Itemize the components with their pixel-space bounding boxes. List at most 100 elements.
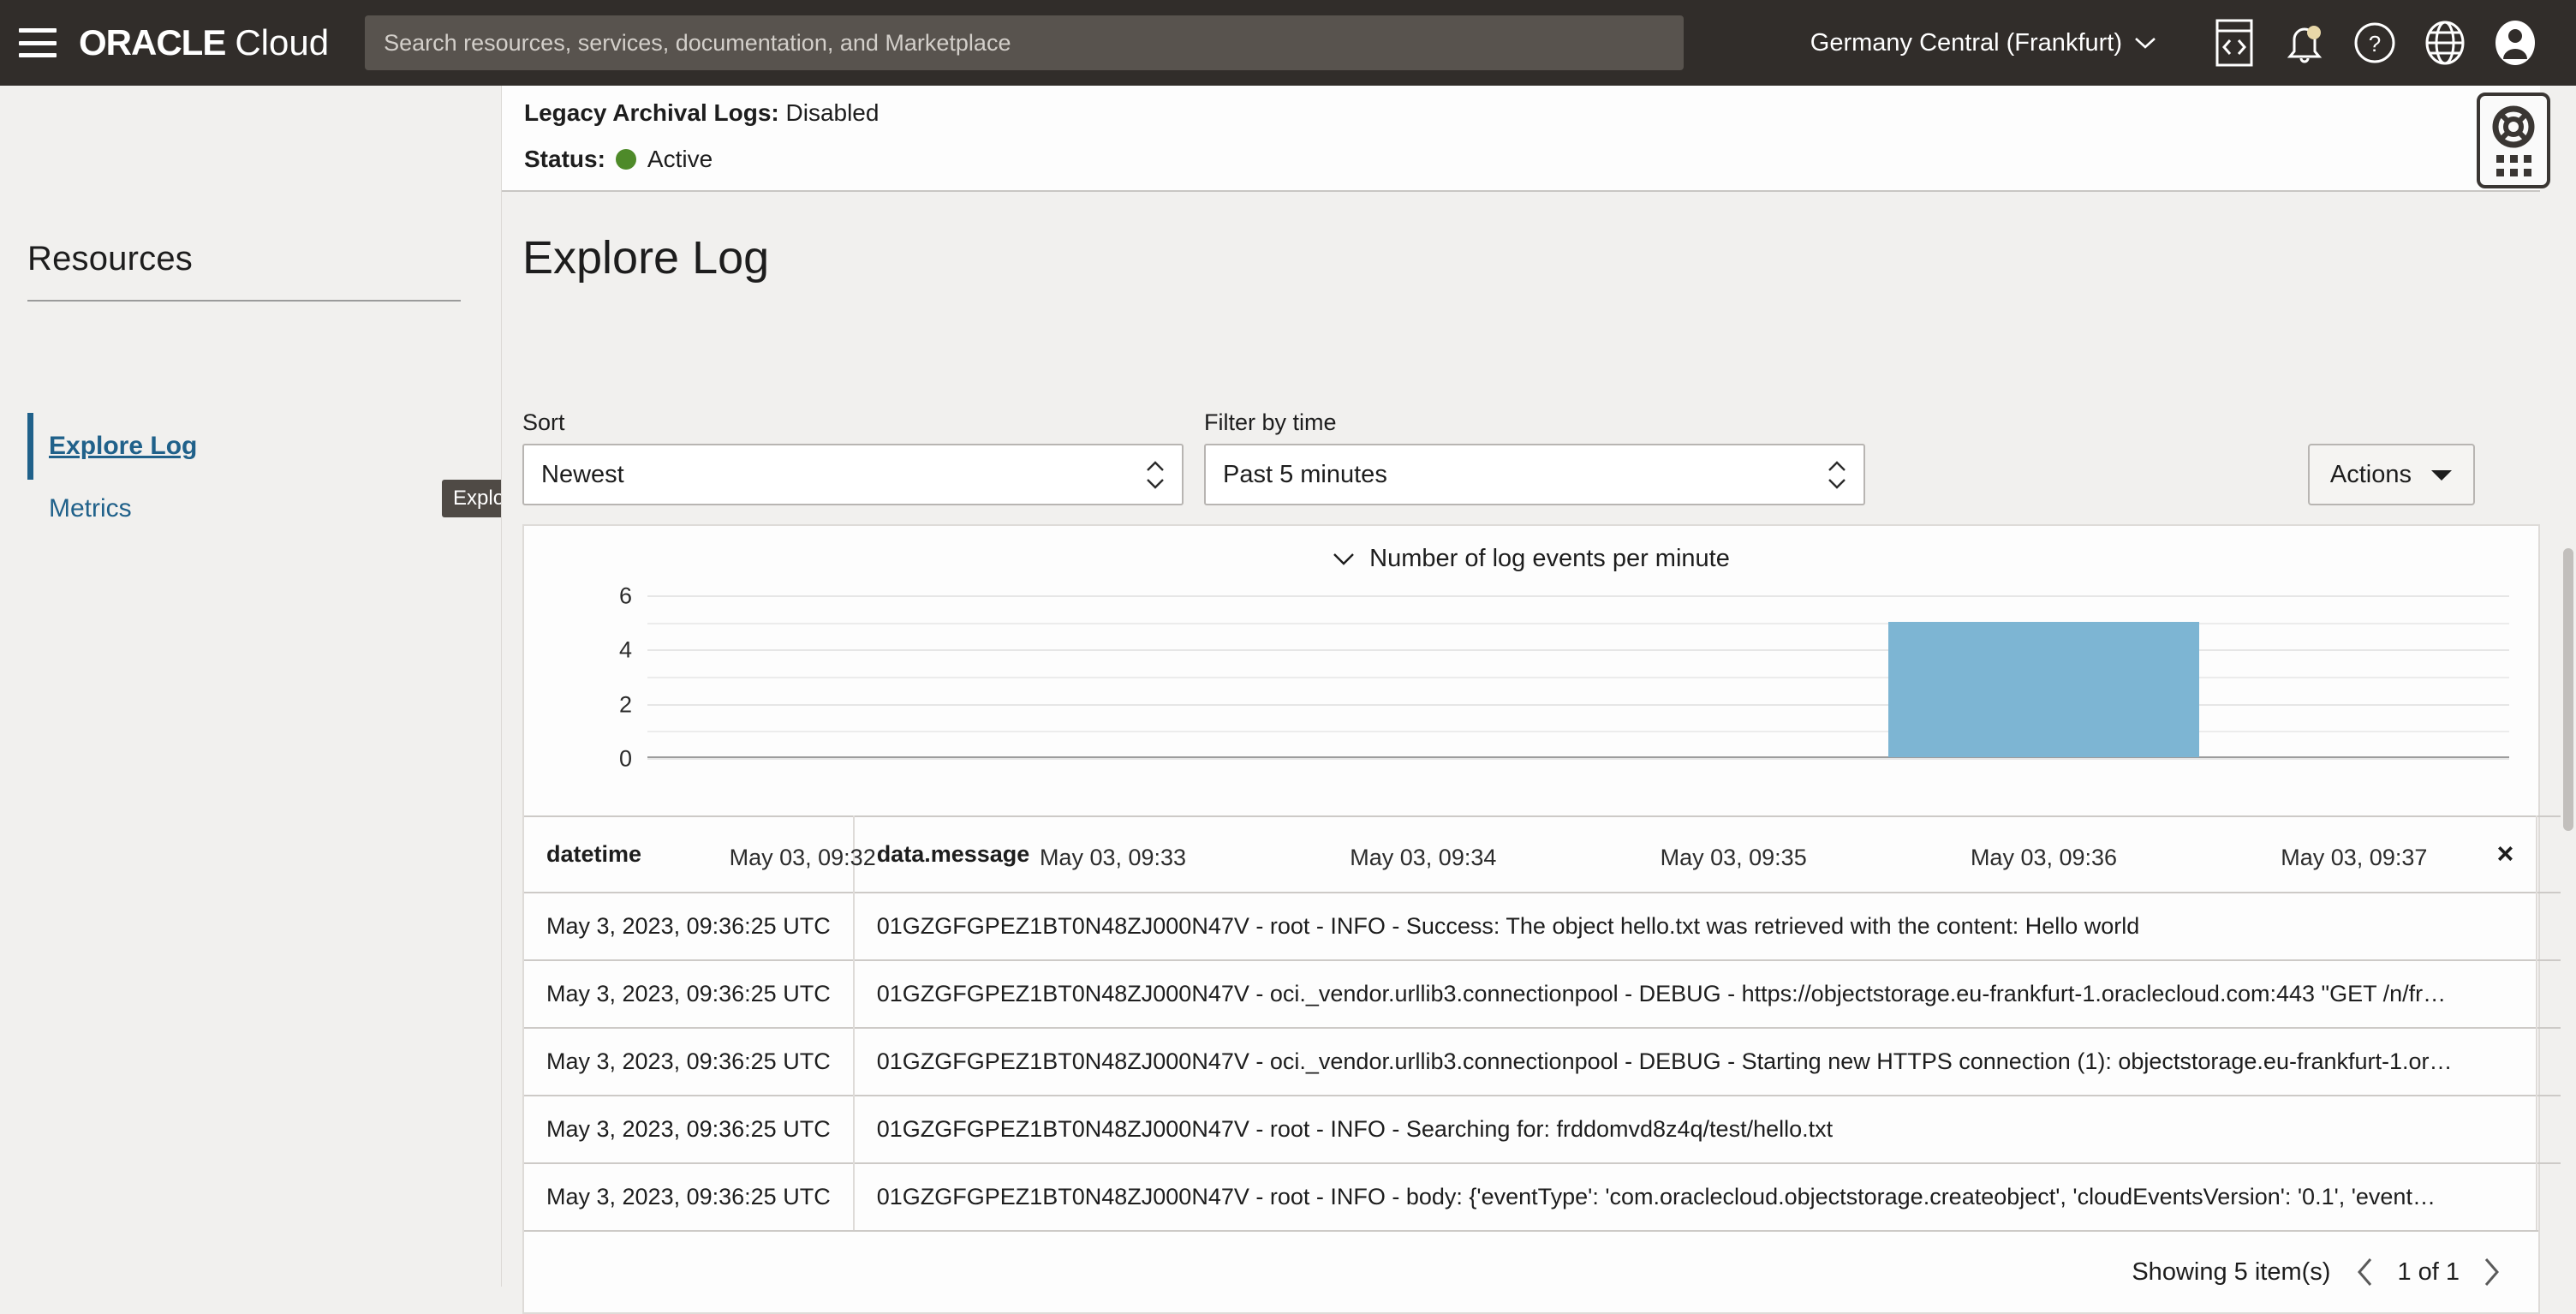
cloud-shell-icon[interactable] [2199, 8, 2269, 78]
legacy-archival-logs-row: Legacy Archival Logs: Disabled [524, 99, 879, 127]
chart-gridline [647, 677, 2509, 678]
search-input[interactable] [365, 15, 1685, 70]
sort-selected-value: Newest [541, 460, 624, 488]
cell-spacer [2474, 1027, 2538, 1096]
table-row[interactable]: May 3, 2023, 09:36:25 UTC 01GZGFGPEZ1BT0N… [524, 1027, 2576, 1096]
main-content-area: Legacy Archival Logs: Disabled Status: A… [502, 86, 2576, 1314]
caret-down-icon [2431, 469, 2452, 481]
svg-text:?: ? [2369, 31, 2381, 57]
cell-spacer [2474, 959, 2538, 1028]
cell-data-message: 01GZGFGPEZ1BT0N48ZJ000N47V - oci._vendor… [853, 959, 2475, 1028]
cell-datetime: May 3, 2023, 09:36:25 UTC [524, 1027, 855, 1096]
page-indicator: 1 of 1 [2397, 1257, 2460, 1286]
sidebar-divider [27, 300, 461, 302]
legacy-archival-logs-value: Disabled [785, 99, 880, 126]
support-widget[interactable] [2477, 93, 2550, 188]
showing-items-count: Showing 5 item(s) [2132, 1257, 2331, 1286]
filter-by-time-select[interactable]: Past 5 minutes [1204, 444, 1865, 505]
chart-gridline [647, 731, 2509, 733]
chart-gridline [647, 703, 2509, 706]
filter-selected-value: Past 5 minutes [1223, 460, 1387, 488]
chart-y-tick-label: 6 [618, 582, 632, 609]
region-selector[interactable]: Germany Central (Frankfurt) [1810, 29, 2156, 57]
next-page-button[interactable] [2482, 1257, 2501, 1287]
cell-spacer [2474, 1095, 2538, 1163]
chevron-down-icon [1333, 553, 1354, 565]
log-entries-table: datetime data.message × May 3, 2023, 09:… [524, 815, 2576, 1230]
region-label: Germany Central (Frankfurt) [1810, 28, 2122, 57]
oracle-cloud-logo[interactable]: ORACLE Cloud [79, 22, 329, 63]
status-label: Status: [524, 146, 605, 172]
clear-columns-button[interactable]: × [2474, 815, 2538, 893]
chart-x-tick-label: May 03, 09:35 [1660, 845, 1807, 870]
language-globe-icon[interactable] [2410, 8, 2480, 78]
chart-y-tick-label: 2 [618, 691, 632, 718]
cell-spacer [2474, 892, 2538, 960]
chart-x-tick-label: May 03, 09:33 [1039, 845, 1187, 870]
status-row: Status: Active [524, 146, 713, 173]
chart-gridline [647, 649, 2509, 652]
actions-button-label: Actions [2329, 460, 2412, 488]
chart-gridline [647, 622, 2509, 624]
brand-oracle-text: ORACLE [79, 22, 226, 63]
previous-page-button[interactable] [2356, 1257, 2375, 1287]
chart-plot-area: 0 2 4 6 May 03, 09:32 May 03, 09:33 May 03, 09… [619, 583, 2509, 870]
sort-label: Sort [522, 409, 565, 435]
chart-x-tick-label: May 03, 09:37 [2281, 845, 2428, 870]
table-row[interactable]: May 3, 2023, 09:36:25 UTC 01GZGFGPEZ1BT0N… [524, 1162, 2576, 1230]
explore-log-card: Number of log events per minute 0 2 4 6 May … [522, 524, 2576, 1314]
status-badge: Active [647, 146, 713, 172]
sort-select[interactable]: Newest [522, 444, 1184, 505]
actions-button[interactable]: Actions [2307, 444, 2475, 505]
chart-bar[interactable] [1888, 621, 2199, 757]
hamburger-menu-icon[interactable] [19, 28, 57, 57]
cell-data-message: 01GZGFGPEZ1BT0N48ZJ000N47V - oci._vendor… [853, 1027, 2475, 1096]
cell-datetime: May 3, 2023, 09:36:25 UTC [524, 959, 855, 1028]
table-pagination: Showing 5 item(s) 1 of 1 [524, 1230, 2538, 1312]
filter-by-time-label: Filter by time [1204, 409, 1337, 435]
apps-grid-icon [2496, 154, 2531, 176]
log-details-summary: Legacy Archival Logs: Disabled Status: A… [502, 86, 2540, 192]
cell-data-message: 01GZGFGPEZ1BT0N48ZJ000N47V - root - INFO… [853, 1162, 2475, 1230]
cell-data-message: 01GZGFGPEZ1BT0N48ZJ000N47V - root - INFO… [853, 1095, 2475, 1163]
chevron-down-icon [2135, 38, 2156, 49]
lifebuoy-icon [2492, 105, 2535, 147]
stepper-arrows-icon [1828, 460, 1846, 489]
top-nav-right-cluster: Germany Central (Frankfurt) ? [1810, 8, 2576, 78]
chart-title: Number of log events per minute [1369, 545, 1730, 572]
sidebar-title: Resources [27, 240, 193, 278]
user-avatar-icon[interactable] [2480, 8, 2550, 78]
chart-x-tick-label: May 03, 09:32 [729, 845, 876, 870]
sidebar-item-explore-log[interactable]: Explore Log [27, 413, 197, 480]
scrollbar-thumb[interactable] [2563, 548, 2573, 831]
chart-y-tick-label: 4 [618, 636, 632, 663]
stepper-arrows-icon [1146, 460, 1165, 489]
log-events-chart: Number of log events per minute 0 2 4 6 May … [524, 526, 2538, 870]
cell-datetime: May 3, 2023, 09:36:25 UTC [524, 1162, 855, 1230]
page-title: Explore Log [522, 232, 770, 284]
left-sidebar: Resources Explore Log Metrics Explore Lo… [0, 86, 575, 1287]
sidebar-item-metrics[interactable]: Metrics [27, 494, 132, 523]
pagination-controls: 1 of 1 [2356, 1257, 2501, 1287]
close-icon: × [2496, 838, 2514, 870]
page-scrollbar[interactable] [2561, 86, 2576, 1287]
chart-y-tick-label: 0 [618, 745, 632, 772]
chart-gridline [647, 595, 2509, 597]
table-row[interactable]: May 3, 2023, 09:36:25 UTC 01GZGFGPEZ1BT0N… [524, 892, 2576, 960]
chart-title-row[interactable]: Number of log events per minute [524, 545, 2538, 573]
cell-data-message: 01GZGFGPEZ1BT0N48ZJ000N47V - root - INFO… [853, 892, 2475, 960]
table-row[interactable]: May 3, 2023, 09:36:25 UTC 01GZGFGPEZ1BT0N… [524, 1095, 2576, 1163]
table-row[interactable]: May 3, 2023, 09:36:25 UTC 01GZGFGPEZ1BT0N… [524, 959, 2576, 1028]
top-navigation-bar: ORACLE Cloud Germany Central (Frankfurt) [0, 0, 2576, 86]
cell-datetime: May 3, 2023, 09:36:25 UTC [524, 1095, 855, 1163]
brand-cloud-text: Cloud [235, 22, 330, 63]
chart-gridline [647, 758, 2509, 760]
cell-datetime: May 3, 2023, 09:36:25 UTC [524, 892, 855, 960]
chart-x-tick-label: May 03, 09:36 [1970, 845, 2118, 870]
notifications-bell-icon[interactable] [2269, 8, 2340, 78]
help-icon[interactable]: ? [2340, 8, 2410, 78]
table-body: May 3, 2023, 09:36:25 UTC 01GZGFGPEZ1BT0N… [524, 892, 2576, 1230]
status-dot-icon [615, 149, 636, 170]
cell-spacer [2474, 1162, 2538, 1230]
legacy-archival-logs-label: Legacy Archival Logs: [524, 99, 779, 126]
